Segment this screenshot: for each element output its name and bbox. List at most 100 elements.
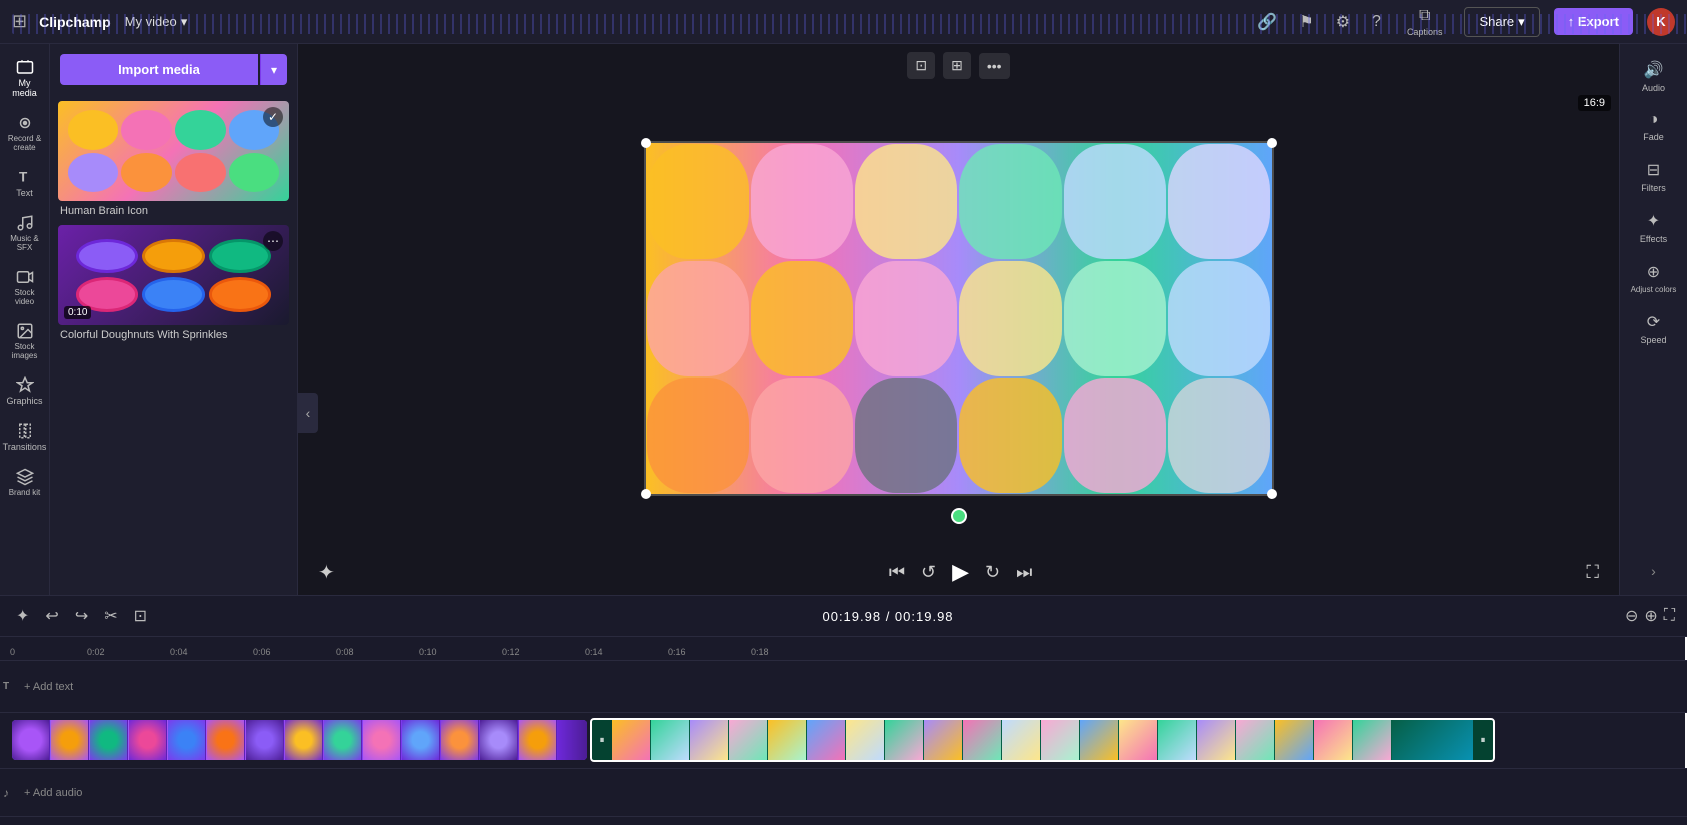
timecode: 00:19.98 / 00:19.98	[159, 609, 1617, 624]
flag-icon[interactable]: ⚑	[1295, 8, 1317, 36]
preview-canvas	[644, 141, 1274, 496]
fit-timeline-button[interactable]: ⛶	[1664, 607, 1675, 625]
text-icon: T	[16, 168, 34, 186]
ruler-mark-4: 0:04	[170, 647, 188, 657]
settings-icon[interactable]: ⚙	[1332, 8, 1354, 36]
panel-collapse-button[interactable]: ‹	[298, 393, 318, 433]
sidebar-item-stock-video[interactable]: Stock video	[3, 262, 47, 312]
center-area: ⊡ ⊞ •••	[298, 44, 1619, 595]
right-sidebar: 🔊 Audio ◑ Fade ⊟ Filters ✦ Effects ⊕ Adj…	[1619, 44, 1687, 595]
media-duration-badge: 0:10	[64, 306, 91, 319]
video-clip-macaron[interactable]: ⏸	[590, 718, 1495, 762]
undo-button[interactable]: ↩	[41, 602, 62, 630]
rotate-handle[interactable]	[951, 508, 967, 524]
media-item-more-button[interactable]: ✓	[263, 107, 283, 127]
text-track-label: T	[0, 681, 12, 692]
transitions-icon	[16, 422, 34, 440]
rewind-5s-button[interactable]: ↺	[921, 562, 936, 583]
media-item-label-2: Colorful Doughnuts With Sprinkles	[58, 329, 289, 341]
import-dropdown-button[interactable]: ▾	[260, 54, 287, 85]
right-panel-filters[interactable]: ⊟ Filters	[1623, 152, 1685, 201]
auto-compose-button[interactable]: ✦	[12, 602, 33, 630]
media-panel: Import media ▾	[50, 44, 298, 595]
avatar[interactable]: K	[1647, 8, 1675, 36]
right-panel-effects[interactable]: ✦ Effects	[1623, 203, 1685, 252]
zoom-in-button[interactable]: ⊕	[1644, 606, 1657, 626]
sidebar-item-brand-kit[interactable]: Brand kit	[3, 462, 47, 503]
aspect-ratio-badge: 16:9	[1578, 95, 1611, 111]
sidebar-item-transitions[interactable]: Transitions	[3, 416, 47, 458]
fullscreen-button[interactable]: ⛶	[1586, 562, 1599, 583]
export-button[interactable]: ↑ Export	[1554, 8, 1633, 35]
corner-handle-bl[interactable]	[641, 489, 651, 499]
adjust-colors-icon: ⊕	[1647, 262, 1660, 282]
redo-button[interactable]: ↪	[71, 602, 92, 630]
speed-icon: ⟳	[1647, 312, 1660, 332]
skip-forward-button[interactable]: ⏭	[1016, 562, 1032, 583]
corner-handle-tl[interactable]	[641, 138, 651, 148]
media-item-more-button-2[interactable]: ⋯	[263, 231, 283, 251]
fade-icon: ◑	[1649, 111, 1659, 129]
media-panel-header: Import media ▾	[50, 44, 297, 93]
sidebar-item-music-sfx[interactable]: Music & SFX	[3, 208, 47, 258]
cut-button[interactable]: ✂	[100, 602, 121, 630]
right-panel-audio[interactable]: 🔊 Audio	[1623, 52, 1685, 101]
captions-button[interactable]: ⧉ Captions	[1399, 3, 1451, 41]
timeline-zoom-controls: ⊖ ⊕ ⛶	[1625, 606, 1675, 626]
ruler-mark-14: 0:14	[585, 647, 603, 657]
media-item-human-brain[interactable]: ✓ Human Brain Icon	[58, 101, 289, 217]
share-button[interactable]: Share ▾	[1464, 7, 1539, 37]
audio-track-label: ♪	[0, 786, 12, 800]
effects-icon: ✦	[1647, 211, 1660, 231]
right-panel-adjust-colors[interactable]: ⊕ Adjust colors	[1623, 254, 1685, 302]
add-audio-button[interactable]: + Add audio	[12, 769, 1687, 816]
preview-toolbar: ⊡ ⊞ •••	[298, 44, 1619, 87]
media-icon	[16, 58, 34, 76]
media-item-label: Human Brain Icon	[58, 205, 289, 217]
sidebar-item-my-media[interactable]: My media	[3, 52, 47, 104]
brand-kit-icon	[16, 468, 34, 486]
sidebar-item-text[interactable]: T Text	[3, 162, 47, 204]
forward-5s-button[interactable]: ↻	[985, 562, 1000, 583]
copy-button[interactable]: ⊡	[130, 602, 151, 630]
share-feedback-icon[interactable]: 🔗	[1253, 8, 1281, 36]
right-panel-collapse-button[interactable]: ›	[1651, 563, 1656, 579]
media-grid: ✓ Human Brain Icon 0:10 ⋯ Col	[50, 93, 297, 595]
resize-button[interactable]: ⊞	[943, 52, 971, 79]
audio-icon: 🔊	[1644, 60, 1664, 80]
sidebar-item-record-create[interactable]: Record & create	[3, 108, 47, 158]
playback-controls: ✦ ⏮ ↺ ▶ ↻ ⏭ ⛶	[298, 549, 1619, 595]
audio-track-row: ♪ + Add audio // Generate waveform bars …	[0, 769, 1687, 817]
add-text-button[interactable]: + Add text	[12, 661, 1687, 712]
ruler-mark-8: 0:08	[336, 647, 354, 657]
filters-icon: ⊟	[1647, 160, 1660, 180]
play-button[interactable]: ▶	[952, 559, 969, 585]
video-clip-donut[interactable]	[12, 720, 587, 760]
zoom-out-button[interactable]: ⊖	[1625, 606, 1638, 626]
corner-handle-tr[interactable]	[1267, 138, 1277, 148]
video-track-content: ⏸	[12, 713, 1687, 768]
import-media-button[interactable]: Import media	[60, 54, 258, 85]
ruler-mark-2: 0:02	[87, 647, 105, 657]
right-panel-speed[interactable]: ⟳ Speed	[1623, 304, 1685, 353]
sidebar-item-graphics[interactable]: Graphics	[3, 370, 47, 412]
help-icon[interactable]: ?	[1368, 9, 1385, 35]
sidebar-item-stock-images[interactable]: Stock images	[3, 316, 47, 366]
graphics-icon	[16, 376, 34, 394]
skip-back-button[interactable]: ⏮	[889, 562, 905, 583]
more-options-button[interactable]: •••	[979, 53, 1010, 79]
media-item-donuts[interactable]: 0:10 ⋯ Colorful Doughnuts With Sprinkles	[58, 225, 289, 341]
ruler-mark-16: 0:16	[668, 647, 686, 657]
import-btn-row: Import media ▾	[60, 54, 287, 85]
topbar-right: 🔗 ⚑ ⚙ ? ⧉ Captions Share ▾ ↑ Export K	[1253, 3, 1675, 41]
project-name[interactable]: My video ▾	[125, 14, 188, 30]
magic-edit-button[interactable]: ✦	[318, 560, 335, 585]
right-panel-fade[interactable]: ◑ Fade	[1623, 103, 1685, 150]
corner-handle-br[interactable]	[1267, 489, 1277, 499]
video-track-row: ⏸	[0, 713, 1687, 769]
crop-button[interactable]: ⊡	[907, 52, 935, 79]
timeline-tracks: T + Add text	[0, 661, 1687, 825]
topbar: ⊞ Clipchamp My video ▾ 🔗 ⚑ ⚙ ? ⧉ Caption…	[0, 0, 1687, 44]
ruler-mark-12: 0:12	[502, 647, 520, 657]
app-name: Clipchamp	[39, 14, 111, 30]
